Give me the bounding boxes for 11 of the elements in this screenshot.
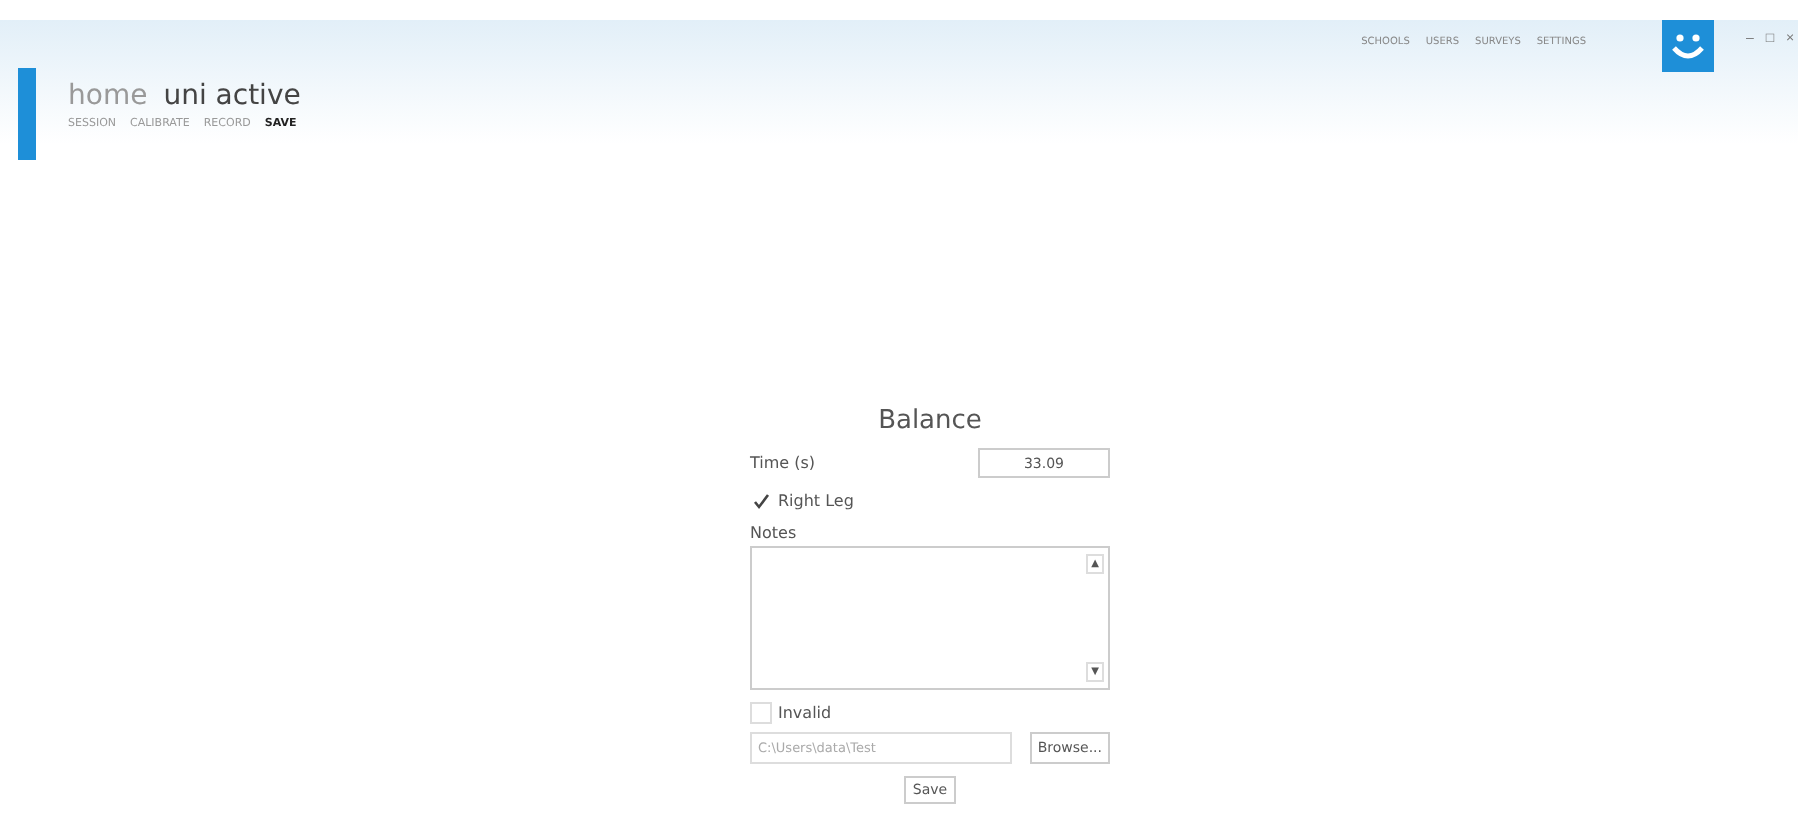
checkbox-label: Invalid (778, 704, 832, 722)
checkbox[interactable] (750, 702, 772, 724)
checkbox[interactable] (750, 490, 772, 512)
page-title: uni active (163, 80, 301, 112)
side-tab[interactable] (18, 68, 36, 160)
notes-label: Notes (750, 524, 799, 542)
breadcrumb-link[interactable]: home (68, 80, 148, 112)
form-title: Balance (876, 406, 984, 436)
smiley-logo-icon (1662, 20, 1714, 72)
checkbox-label: Right Leg (778, 492, 854, 510)
time-label: Time (s) (750, 454, 816, 472)
